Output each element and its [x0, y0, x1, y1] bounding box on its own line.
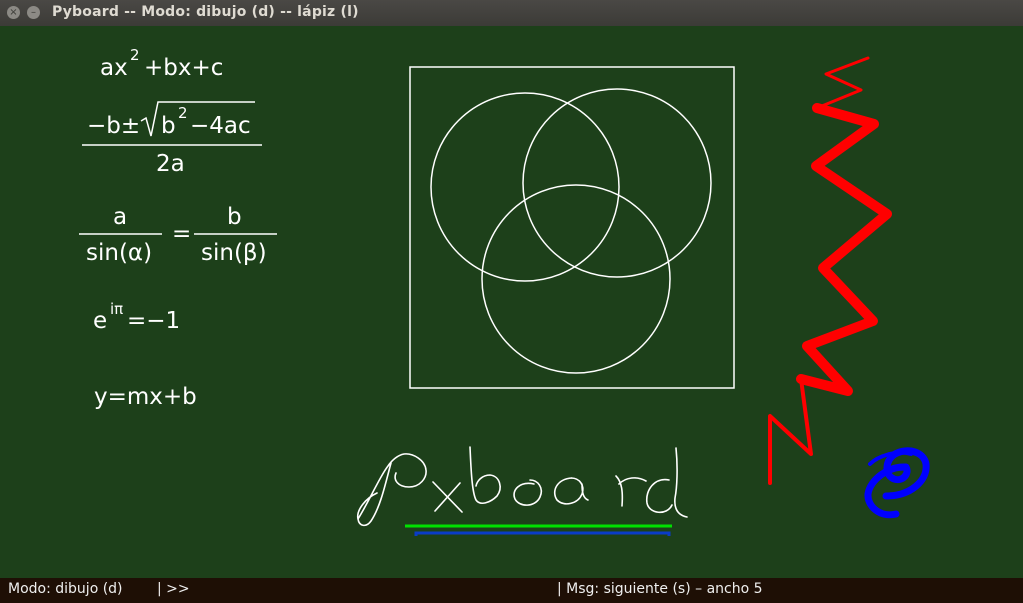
quadratic-solution-root-b: b	[161, 113, 176, 139]
euler-exponent: iπ	[110, 300, 123, 318]
formula-line: y=mx+b	[94, 384, 197, 410]
formula-quadratic-rest: +bx+c	[144, 55, 223, 81]
quadratic-solution-root-exponent: 2	[178, 104, 188, 122]
status-mode: Modo: dibujo (d)	[8, 581, 123, 597]
minimize-icon[interactable]: –	[27, 6, 40, 19]
venn-frame	[409, 66, 735, 389]
formula-quadratic-solution: −b± b 2 −4ac 2a	[82, 101, 262, 177]
command-prompt[interactable]: | >>	[157, 581, 190, 597]
venn-circle-left	[430, 92, 620, 282]
handwriting-pyboard	[356, 446, 688, 527]
quadratic-solution-prefix: −b±	[87, 113, 140, 139]
law-of-sines-numerator-left: a	[113, 204, 127, 230]
drawing-board[interactable]: ax 2 +bx+c −b± b 2 −4ac 2a a sin(α) = b	[0, 26, 1023, 578]
status-bar: Modo: dibujo (d) | >> | Msg: siguiente (…	[0, 578, 1023, 603]
formula-euler: e iπ =−1	[93, 300, 180, 334]
law-of-sines-denominator-right: sin(β)	[201, 240, 267, 266]
formula-quadratic: ax 2 +bx+c	[100, 46, 223, 81]
euler-rest: =−1	[127, 308, 180, 334]
status-message: | Msg: siguiente (s) – ancho 5	[557, 581, 763, 597]
close-icon[interactable]: ×	[7, 6, 20, 19]
law-of-sines-numerator-right: b	[227, 204, 242, 230]
blue-underline	[414, 531, 671, 536]
venn-circle-right	[522, 88, 712, 278]
quadratic-solution-denominator: 2a	[156, 151, 185, 177]
formula-law-of-sines: a sin(α) = b sin(β)	[79, 204, 277, 266]
quadratic-solution-root-rest: −4ac	[190, 113, 251, 139]
formula-quadratic-exponent: 2	[130, 46, 140, 64]
euler-base: e	[93, 308, 107, 334]
law-of-sines-denominator-left: sin(α)	[86, 240, 152, 266]
venn-circle-bottom	[481, 184, 671, 374]
formula-quadratic-base: ax	[100, 55, 128, 81]
venn-sketch	[409, 66, 735, 389]
window-title: Pyboard -- Modo: dibujo (d) -- lápiz (l)	[52, 4, 359, 20]
red-zigzag	[768, 56, 892, 485]
window-titlebar: × – Pyboard -- Modo: dibujo (d) -- lápiz…	[0, 0, 1023, 26]
drawing-canvas[interactable]: ax 2 +bx+c −b± b 2 −4ac 2a a sin(α) = b	[0, 26, 1023, 578]
law-of-sines-equals: =	[172, 221, 191, 247]
